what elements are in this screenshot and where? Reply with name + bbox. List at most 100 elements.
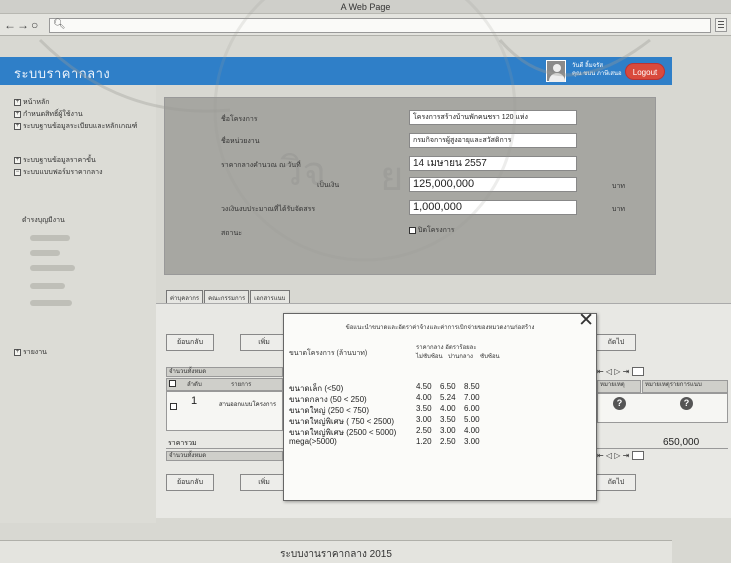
modal-col-medium: ปานกลาง [448, 354, 473, 360]
expand-icon[interactable]: + [14, 156, 21, 164]
expand-icon[interactable]: + [14, 122, 21, 130]
help-icon[interactable]: ? [680, 397, 693, 410]
date-field[interactable]: 14 เมษายน 2557 [409, 156, 577, 171]
user-info: วันดี ลิ้มจรัส คุณ ชบน ภาษีเสนอ [572, 62, 622, 78]
sidebar-blurred-item [30, 235, 70, 241]
col-header-remark: หมายเหตุ [597, 380, 641, 393]
sidebar-item-label: ดำรงบุญมีงาน [22, 217, 65, 224]
checkbox-icon[interactable] [170, 403, 177, 411]
collapse-icon[interactable]: − [14, 168, 21, 176]
select-all-checkbox[interactable] [169, 380, 178, 388]
grid-column-headers: ลำดับ รายการ [166, 378, 283, 391]
reload-icon[interactable]: ○ [31, 18, 38, 32]
modal-cell: 2.50 [440, 437, 456, 446]
close-project-checkbox[interactable]: ปิดโครงการ [409, 225, 455, 236]
project-label: ชื่อโครงการ [221, 116, 258, 123]
sidebar-blurred-item [30, 300, 72, 306]
budget-field[interactable]: 1,000,000 [409, 200, 577, 215]
agency-label: ชื่อหน่วยงาน [221, 138, 260, 145]
sidebar-item-label: หน้าหลัก [23, 99, 50, 106]
modal-row-label: mega(>5000) [289, 437, 337, 446]
agency-field[interactable]: กรมกิจการผู้สูงอายุและสวัสดิการ [409, 133, 577, 148]
expand-icon[interactable]: + [14, 98, 21, 106]
forward-arrow-icon[interactable]: → [17, 18, 29, 32]
expand-icon[interactable]: + [14, 110, 21, 118]
col-header-item: รายการ [231, 382, 252, 388]
sidebar: + หน้าหลัก + กำหนดสิทธิ์ผู้ใช้งาน + ระบบฐาน… [0, 85, 156, 523]
search-icon: 🔍︎ [53, 19, 66, 30]
add-button[interactable]: เพิ่ม [240, 334, 288, 351]
checkbox-icon[interactable] [169, 380, 176, 387]
browser-nav-bar: ← → ○ 🔍︎ [0, 14, 731, 36]
sidebar-item-price-db[interactable]: + ระบบฐานข้อมูลราคาขั้น [14, 155, 96, 166]
footer: ระบบงานราคากลาง 2015 [0, 540, 672, 563]
logout-button[interactable]: Logout [625, 63, 665, 80]
modal-cell: 4.00 [416, 393, 432, 402]
col-header-no: ลำดับ [187, 382, 202, 388]
modal-header-size: ขนาดโครงการ (ล้านบาท) [289, 350, 368, 357]
user-role: คุณ ชบน ภาษีเสนอ [572, 71, 622, 77]
pager-controls[interactable]: ⇤ ◁ ▷ ⇥ [597, 367, 629, 376]
budget-unit: บาท [612, 206, 625, 213]
expand-icon[interactable]: + [14, 348, 21, 356]
app-header: ระบบราคากลาง วันดี ลิ้มจรัส คุณ ชบน ภาษี… [0, 57, 672, 85]
sidebar-item-label: ระบบฐานข้อมูลราคาขั้น [23, 157, 96, 164]
sidebar-item-label: ระบบฐานข้อมูลระเบียบและหลักเกณฑ์ [23, 123, 138, 130]
sidebar-item-permissions[interactable]: + กำหนดสิทธิ์ผู้ใช้งาน [14, 109, 83, 120]
status-label: สถานะ [221, 230, 242, 237]
footer-text: ระบบงานราคากลาง 2015 [280, 549, 392, 560]
modal-cell: 6.50 [440, 382, 456, 391]
sidebar-item-subtask[interactable]: ดำรงบุญมีงาน [22, 215, 65, 226]
sidebar-blurred-item [30, 265, 75, 271]
next-button[interactable]: ถัดไป [596, 334, 636, 351]
row-item: สานออกแบบโครงการ [219, 402, 277, 408]
modal-cell: 7.00 [464, 393, 480, 402]
sidebar-blurred-item [30, 250, 60, 256]
modal-cell: 1.20 [416, 437, 432, 446]
grid2-title: จำนวนทั้งหมด [166, 451, 283, 461]
modal-cell: 6.00 [464, 404, 480, 413]
total-value: 650,000 [663, 437, 700, 448]
address-bar[interactable]: 🔍︎ [49, 18, 711, 33]
sidebar-item-label: ระบบแบบฟอร์มราคากลาง [23, 169, 103, 176]
window-title: A Web Page [340, 2, 391, 12]
sidebar-item-label: กำหนดสิทธิ์ผู้ใช้งาน [23, 111, 83, 118]
row-checkbox[interactable] [170, 398, 179, 416]
row-number: 1 [191, 395, 198, 407]
pager-top[interactable]: ⇤ ◁ ▷ ⇥ [597, 367, 644, 377]
next-button[interactable]: ถัดไป [596, 474, 636, 491]
hamburger-menu-icon[interactable] [715, 18, 727, 32]
project-form-panel: ชื่อโครงการ โครงการสร้างบ้านพักคนชรา 120… [164, 97, 656, 275]
sidebar-item-label: รายงาน [23, 349, 47, 356]
modal-cell: 3.50 [440, 415, 456, 424]
sidebar-item-price-forms[interactable]: − ระบบแบบฟอร์มราคากลาง [14, 167, 103, 178]
sidebar-item-regulations[interactable]: + ระบบฐานข้อมูลระเบียบและหลักเกณฑ์ [14, 121, 137, 132]
help-icon[interactable]: ? [613, 397, 626, 410]
modal-cell: 4.00 [464, 426, 480, 435]
pager-bottom[interactable]: ⇤ ◁ ▷ ⇥ [597, 451, 644, 461]
guideline-modal: ข้อแนะนำขนาดและอัตราค่าจ้างและค่าการเบิก… [283, 311, 597, 501]
sidebar-item-reports[interactable]: + รายงาน [14, 347, 47, 358]
back-button[interactable]: ย้อนกลับ [166, 474, 214, 491]
sidebar-item-home[interactable]: + หน้าหลัก [14, 97, 49, 108]
amount-unit: บาท [612, 183, 625, 190]
close-icon[interactable]: ✕ [578, 311, 594, 331]
date-label: ราคากลางคำนวณ ณ วันที่ [221, 162, 301, 169]
back-button[interactable]: ย้อนกลับ [166, 334, 214, 351]
modal-title: ข้อแนะนำขนาดและอัตราค่าจ้างและค่าการเบิก… [345, 325, 535, 331]
modal-cell: 3.00 [416, 415, 432, 424]
modal-cell: 3.50 [416, 404, 432, 413]
page-number-input[interactable] [631, 451, 644, 461]
project-name-field[interactable]: โครงการสร้างบ้านพักคนชรา 120 แห่ง [409, 110, 577, 125]
modal-col-simple: ไม่ซับซ้อน [416, 354, 443, 360]
amount-field[interactable]: 125,000,000 [409, 177, 577, 192]
add-button[interactable]: เพิ่ม [240, 474, 288, 491]
pager-controls[interactable]: ⇤ ◁ ▷ ⇥ [597, 451, 629, 460]
table-row[interactable]: 1 สานออกแบบโครงการ [166, 391, 283, 431]
avatar[interactable] [546, 60, 566, 82]
app-title: ระบบราคากลาง [14, 66, 111, 81]
back-arrow-icon[interactable]: ← [4, 18, 16, 32]
modal-cell: 5.24 [440, 393, 456, 402]
checkbox-icon[interactable] [409, 226, 416, 234]
page-number-input[interactable] [631, 367, 644, 377]
